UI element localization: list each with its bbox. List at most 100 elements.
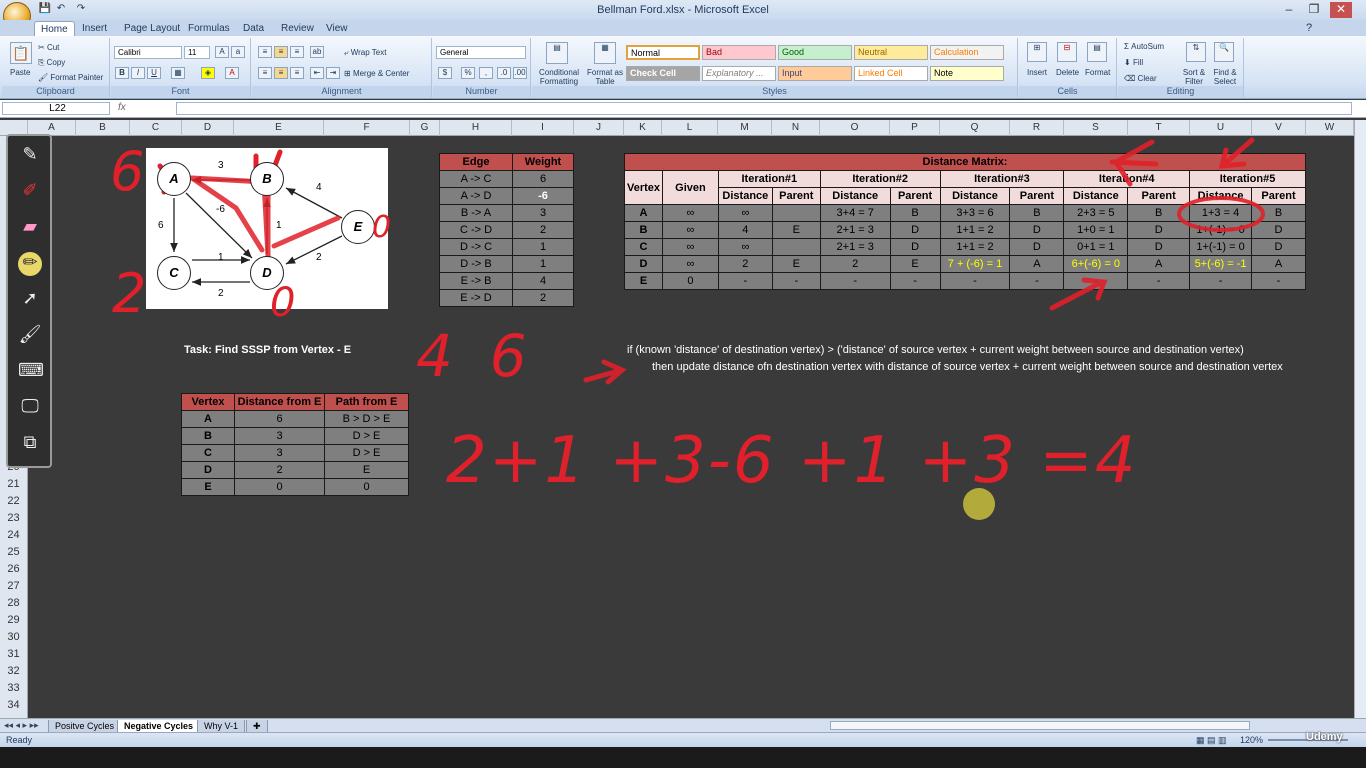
row-header[interactable]: 30 <box>0 629 27 646</box>
col-header[interactable]: G <box>410 120 440 136</box>
style-note[interactable]: Note <box>930 66 1004 81</box>
style-calculation[interactable]: Calculation <box>930 45 1004 60</box>
col-header[interactable]: Q <box>940 120 1010 136</box>
format-as-table-button[interactable]: Format as Table <box>584 68 626 86</box>
row-header[interactable]: 31 <box>0 646 27 663</box>
align-left-icon[interactable]: ≡ <box>258 67 272 79</box>
help-icon[interactable]: ? <box>1300 21 1318 36</box>
notepad-icon[interactable]: ✎ <box>18 144 42 168</box>
fx-icon[interactable]: fx <box>118 102 126 113</box>
indent-increase-icon[interactable]: ⇥ <box>326 67 340 79</box>
delete-cells-icon[interactable]: ⊟ <box>1057 42 1077 62</box>
format-button[interactable]: Format <box>1085 68 1110 77</box>
format-cells-icon[interactable]: ▤ <box>1087 42 1107 62</box>
tab-home[interactable]: Home <box>34 21 75 36</box>
pen-icon[interactable]: ✐ <box>18 180 42 204</box>
formula-input[interactable] <box>176 102 1352 115</box>
align-center-icon[interactable]: ≡ <box>274 67 288 79</box>
row-header[interactable]: 29 <box>0 612 27 629</box>
shrink-font-icon[interactable]: a <box>231 46 245 58</box>
find-select-icon[interactable]: 🔍 <box>1214 42 1234 62</box>
sort-filter-icon[interactable]: ⇅ <box>1186 42 1206 62</box>
view-buttons-icon[interactable]: ▦ ▤ ▥ <box>1196 735 1227 746</box>
tab-data[interactable]: Data <box>237 21 270 36</box>
keyboard-icon[interactable]: ⌨ <box>18 360 44 384</box>
copy-button[interactable]: ⎘ Copy <box>38 58 65 68</box>
font-name-select[interactable]: Calibri <box>114 46 182 59</box>
tab-formulas[interactable]: Formulas <box>182 21 236 36</box>
brush-icon[interactable]: 🖌 <box>18 324 42 348</box>
autosum-button[interactable]: Σ AutoSum <box>1124 42 1164 51</box>
tab-page-layout[interactable]: Page Layout <box>118 21 186 36</box>
comma-icon[interactable]: , <box>479 67 493 79</box>
format-painter-button[interactable]: 🖌 Format Painter <box>38 73 103 82</box>
clear-button[interactable]: ⌫ Clear <box>1124 74 1157 83</box>
col-header[interactable]: L <box>662 120 718 136</box>
col-header[interactable]: S <box>1064 120 1128 136</box>
style-bad[interactable]: Bad <box>702 45 776 60</box>
font-size-select[interactable]: 11 <box>184 46 210 59</box>
increase-decimal-icon[interactable]: .0 <box>497 67 511 79</box>
conditional-formatting-icon[interactable]: ▤ <box>546 42 568 64</box>
col-header[interactable]: U <box>1190 120 1252 136</box>
minimize-button[interactable]: – <box>1278 2 1300 18</box>
eraser-icon[interactable]: ▰ <box>18 216 42 240</box>
col-header[interactable]: V <box>1252 120 1306 136</box>
tab-nav-icon[interactable]: ◂◂ ◂ ▸ ▸▸ <box>4 720 39 731</box>
col-header[interactable]: I <box>512 120 574 136</box>
percent-icon[interactable]: % <box>461 67 475 79</box>
font-color-icon[interactable]: A <box>225 67 239 79</box>
align-middle-icon[interactable]: ≡ <box>274 46 288 58</box>
borders-icon[interactable]: ▦ <box>171 67 185 79</box>
cut-button[interactable]: ✂ Cut <box>38 43 59 52</box>
col-header[interactable]: O <box>820 120 890 136</box>
currency-icon[interactable]: $ <box>438 67 452 79</box>
screen-icon[interactable]: 🖵 <box>18 396 42 420</box>
style-normal[interactable]: Normal <box>626 45 700 60</box>
windows-icon[interactable]: ⧉ <box>18 432 42 456</box>
decrease-decimal-icon[interactable]: .00 <box>513 67 527 79</box>
style-neutral[interactable]: Neutral <box>854 45 928 60</box>
col-header[interactable]: D <box>182 120 234 136</box>
grow-font-icon[interactable]: A <box>215 46 229 58</box>
col-header[interactable]: B <box>76 120 130 136</box>
conditional-formatting-button[interactable]: Conditional Formatting <box>536 68 582 86</box>
row-header[interactable]: 28 <box>0 595 27 612</box>
align-top-icon[interactable]: ≡ <box>258 46 272 58</box>
find-select-button[interactable]: Find & Select <box>1210 68 1240 86</box>
close-button[interactable]: ✕ <box>1330 2 1352 18</box>
col-header[interactable]: W <box>1306 120 1354 136</box>
merge-center-button[interactable]: ⊞ Merge & Center <box>344 69 409 78</box>
highlighter-icon[interactable]: ✏ <box>18 252 42 276</box>
vertical-scrollbar[interactable] <box>1354 120 1366 718</box>
zoom-level[interactable]: 120% <box>1240 735 1263 745</box>
style-good[interactable]: Good <box>778 45 852 60</box>
col-header[interactable]: N <box>772 120 820 136</box>
col-header[interactable]: K <box>624 120 662 136</box>
style-explanatory[interactable]: Explanatory ... <box>702 66 776 81</box>
style-check-cell[interactable]: Check Cell <box>626 66 700 81</box>
fill-color-icon[interactable]: ◈ <box>201 67 215 79</box>
underline-icon[interactable]: U <box>147 67 161 79</box>
delete-button[interactable]: Delete <box>1056 68 1079 77</box>
paste-button[interactable]: Paste <box>10 68 30 77</box>
bold-icon[interactable]: B <box>115 67 129 79</box>
horizontal-scrollbar[interactable] <box>830 721 1250 730</box>
tab-view[interactable]: View <box>320 21 354 36</box>
row-header[interactable]: 32 <box>0 663 27 680</box>
number-format-select[interactable]: General <box>436 46 526 59</box>
col-header[interactable]: J <box>574 120 624 136</box>
col-header[interactable]: P <box>890 120 940 136</box>
insert-cells-icon[interactable]: ⊞ <box>1027 42 1047 62</box>
col-header[interactable]: R <box>1010 120 1064 136</box>
row-header[interactable]: 26 <box>0 561 27 578</box>
sort-filter-button[interactable]: Sort & Filter <box>1180 68 1208 86</box>
italic-icon[interactable]: I <box>131 67 145 79</box>
restore-button[interactable]: ❐ <box>1303 2 1325 18</box>
pointer-icon[interactable]: ➚ <box>18 288 42 312</box>
col-header[interactable]: E <box>234 120 324 136</box>
col-header[interactable]: C <box>130 120 182 136</box>
name-box[interactable]: L22 <box>2 102 110 115</box>
indent-decrease-icon[interactable]: ⇤ <box>310 67 324 79</box>
orientation-icon[interactable]: ab <box>310 46 324 58</box>
